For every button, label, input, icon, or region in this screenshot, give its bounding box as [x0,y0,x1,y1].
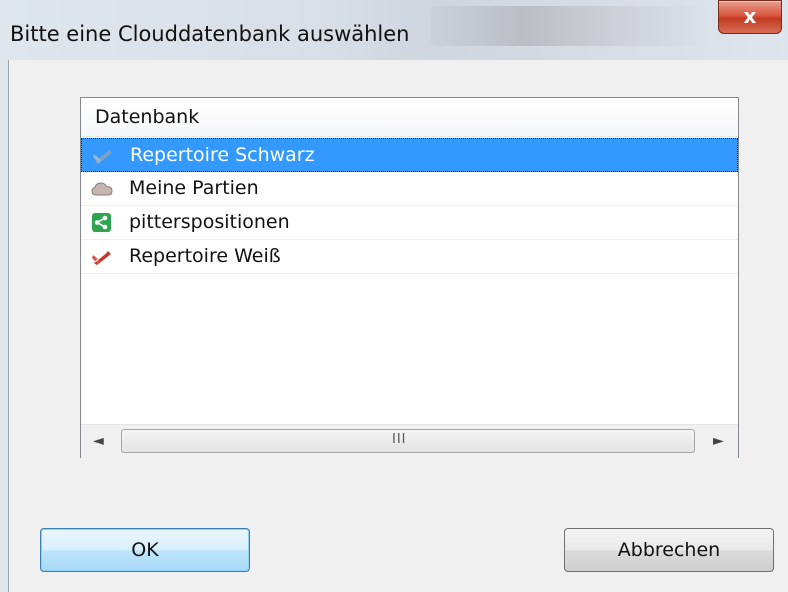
list-item-pitterspositionen[interactable]: pitterspositionen [81,206,738,240]
database-list[interactable]: Datenbank Repertoire Schwarz Meine Parti… [80,97,739,458]
share-icon [92,213,111,232]
list-item-label: Meine Partien [129,177,259,199]
repertoire-white-icon [92,251,111,265]
cloud-icon [91,182,113,196]
list-item-repertoire-weiss[interactable]: Repertoire Weiß [81,240,738,274]
horizontal-scrollbar[interactable]: ◄ III ► [81,424,738,458]
list-item-meine-partien[interactable]: Meine Partien [81,172,738,206]
scroll-right-icon[interactable]: ► [713,433,724,449]
close-button[interactable]: x [718,0,782,34]
ok-button[interactable]: OK [40,528,250,572]
cancel-button-label: Abbrechen [617,539,721,561]
repertoire-black-icon [93,150,112,164]
title-bar: Bitte eine Clouddatenbank auswählen x [0,0,788,60]
cancel-button[interactable]: Abbrechen [564,528,774,572]
column-header-label: Datenbank [95,106,200,128]
list-item-label: Repertoire Schwarz [130,144,315,166]
list-item-repertoire-schwarz[interactable]: Repertoire Schwarz [81,138,738,172]
background-window-blur [430,6,710,46]
scrollbar-grip-icon: III [392,432,407,447]
list-item-label: pitterspositionen [129,211,290,233]
column-header-datenbank[interactable]: Datenbank [81,98,738,137]
window-frame-left [0,60,9,592]
scroll-left-icon[interactable]: ◄ [93,433,104,449]
scrollbar-thumb[interactable]: III [121,429,695,453]
window-title: Bitte eine Clouddatenbank auswählen [10,22,410,46]
list-item-label: Repertoire Weiß [129,245,281,267]
ok-button-label: OK [131,539,159,561]
close-icon: x [743,4,757,28]
